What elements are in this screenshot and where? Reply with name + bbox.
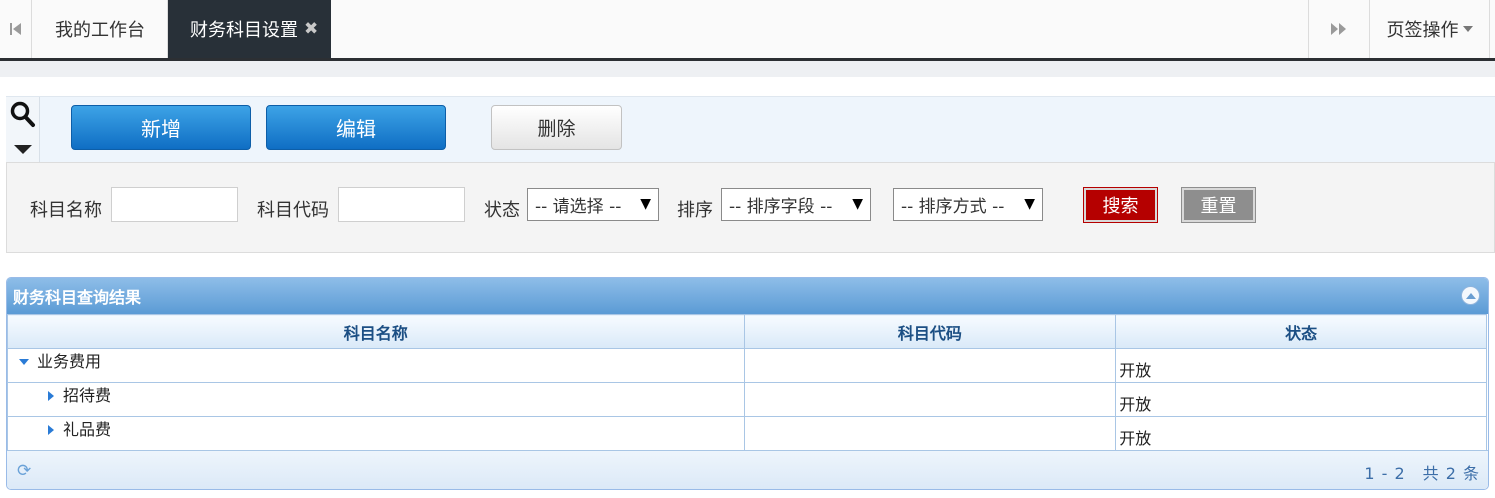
- status-select-value: -- 请选择 --: [535, 197, 622, 217]
- subject-code-input[interactable]: [338, 187, 465, 222]
- tab-bar: 我的工作台 财务科目设置 ✖ 页签操作: [0, 0, 1495, 61]
- sort-order-select[interactable]: -- 排序方式 -- ▼: [893, 188, 1043, 221]
- subject-code-label: 科目代码: [257, 200, 329, 221]
- status-label: 状态: [484, 200, 520, 221]
- status-select[interactable]: -- 请选择 -- ▼: [527, 188, 659, 221]
- expand-down-icon[interactable]: [19, 359, 29, 365]
- sort-order-value: -- 排序方式 --: [901, 197, 1005, 217]
- subject-name-input[interactable]: [111, 187, 238, 222]
- expand-right-icon[interactable]: [48, 391, 54, 401]
- close-icon[interactable]: ✖: [304, 19, 318, 39]
- caret-down-icon: [14, 145, 32, 154]
- tab-workbench[interactable]: 我的工作台: [33, 0, 168, 58]
- column-header-status[interactable]: 状态: [1115, 314, 1487, 349]
- table-row[interactable]: 招待费 开放: [7, 382, 1487, 417]
- search-toggle[interactable]: [6, 97, 40, 163]
- cell-status: 开放: [1115, 382, 1487, 417]
- add-button[interactable]: 新增: [71, 105, 251, 150]
- search-form: 科目名称 科目代码 状态 -- 请选择 -- ▼ 排序 -- 排序字段 -- ▼…: [6, 162, 1495, 253]
- subject-name-text: 业务费用: [37, 351, 102, 371]
- search-button[interactable]: 搜索: [1083, 187, 1158, 223]
- table-row[interactable]: 业务费用 开放: [7, 348, 1487, 383]
- sort-field-value: -- 排序字段 --: [729, 197, 833, 217]
- sort-field-select[interactable]: -- 排序字段 -- ▼: [721, 188, 871, 221]
- cell-subject-code: [743, 348, 1117, 383]
- cell-status: 开放: [1115, 416, 1487, 451]
- status-text: 开放: [1119, 394, 1152, 414]
- subject-name-text: 礼品费: [63, 419, 112, 439]
- cell-subject-name: 业务费用: [7, 348, 745, 383]
- fast-forward-icon[interactable]: [1308, 0, 1370, 58]
- select-arrow-icon: ▼: [852, 196, 863, 212]
- edit-button[interactable]: 编辑: [266, 105, 446, 150]
- table-row[interactable]: 礼品费 开放: [7, 416, 1487, 451]
- sort-label: 排序: [677, 200, 713, 221]
- tab-finance-subject-settings[interactable]: 财务科目设置 ✖: [168, 0, 331, 58]
- tab-operations-menu[interactable]: 页签操作: [1370, 0, 1490, 58]
- result-table: 科目名称 科目代码 状态 业务费用 开放 招待费 开放 礼品费 开放: [7, 314, 1487, 451]
- grid-title: 财务科目查询结果: [13, 288, 142, 307]
- delete-button[interactable]: 删除: [491, 105, 622, 150]
- cell-subject-code: [743, 382, 1117, 417]
- cell-status: 开放: [1115, 348, 1487, 383]
- grid-footer: ⟳ 1 - 2 共 2 条: [7, 450, 1488, 489]
- select-arrow-icon: ▼: [1024, 196, 1035, 212]
- pager-info: 1 - 2 共 2 条: [1364, 464, 1480, 483]
- cell-subject-code: [743, 416, 1117, 451]
- cell-subject-name: 招待费: [7, 382, 745, 417]
- table-header-row: 科目名称 科目代码 状态: [7, 314, 1487, 349]
- select-arrow-icon: ▼: [640, 196, 651, 212]
- cell-subject-name: 礼品费: [7, 416, 745, 451]
- column-header-name[interactable]: 科目名称: [7, 314, 745, 349]
- collapse-icon[interactable]: [1461, 286, 1480, 305]
- subject-name-label: 科目名称: [30, 200, 102, 221]
- subject-name-text: 招待费: [63, 385, 112, 405]
- toolbar: 新增 编辑 删除: [6, 96, 1495, 163]
- tab-workbench-label: 我的工作台: [55, 20, 145, 41]
- chevron-down-icon: [1462, 26, 1473, 32]
- tab-operations-label: 页签操作: [1386, 20, 1459, 41]
- status-text: 开放: [1119, 360, 1152, 380]
- reset-button[interactable]: 重置: [1181, 187, 1256, 223]
- content-top-strip: [0, 61, 1495, 77]
- grid-title-bar: 财务科目查询结果: [7, 278, 1488, 314]
- expand-right-icon[interactable]: [48, 425, 54, 435]
- refresh-icon[interactable]: ⟳: [17, 461, 31, 481]
- column-header-code[interactable]: 科目代码: [743, 314, 1117, 349]
- search-icon: [10, 101, 36, 134]
- tab-active-label: 财务科目设置: [190, 20, 298, 41]
- result-grid: 财务科目查询结果 科目名称 科目代码 状态 业务费用 开放 招待费 开放 礼品费…: [6, 277, 1489, 490]
- first-page-icon[interactable]: [0, 0, 32, 58]
- status-text: 开放: [1119, 428, 1152, 448]
